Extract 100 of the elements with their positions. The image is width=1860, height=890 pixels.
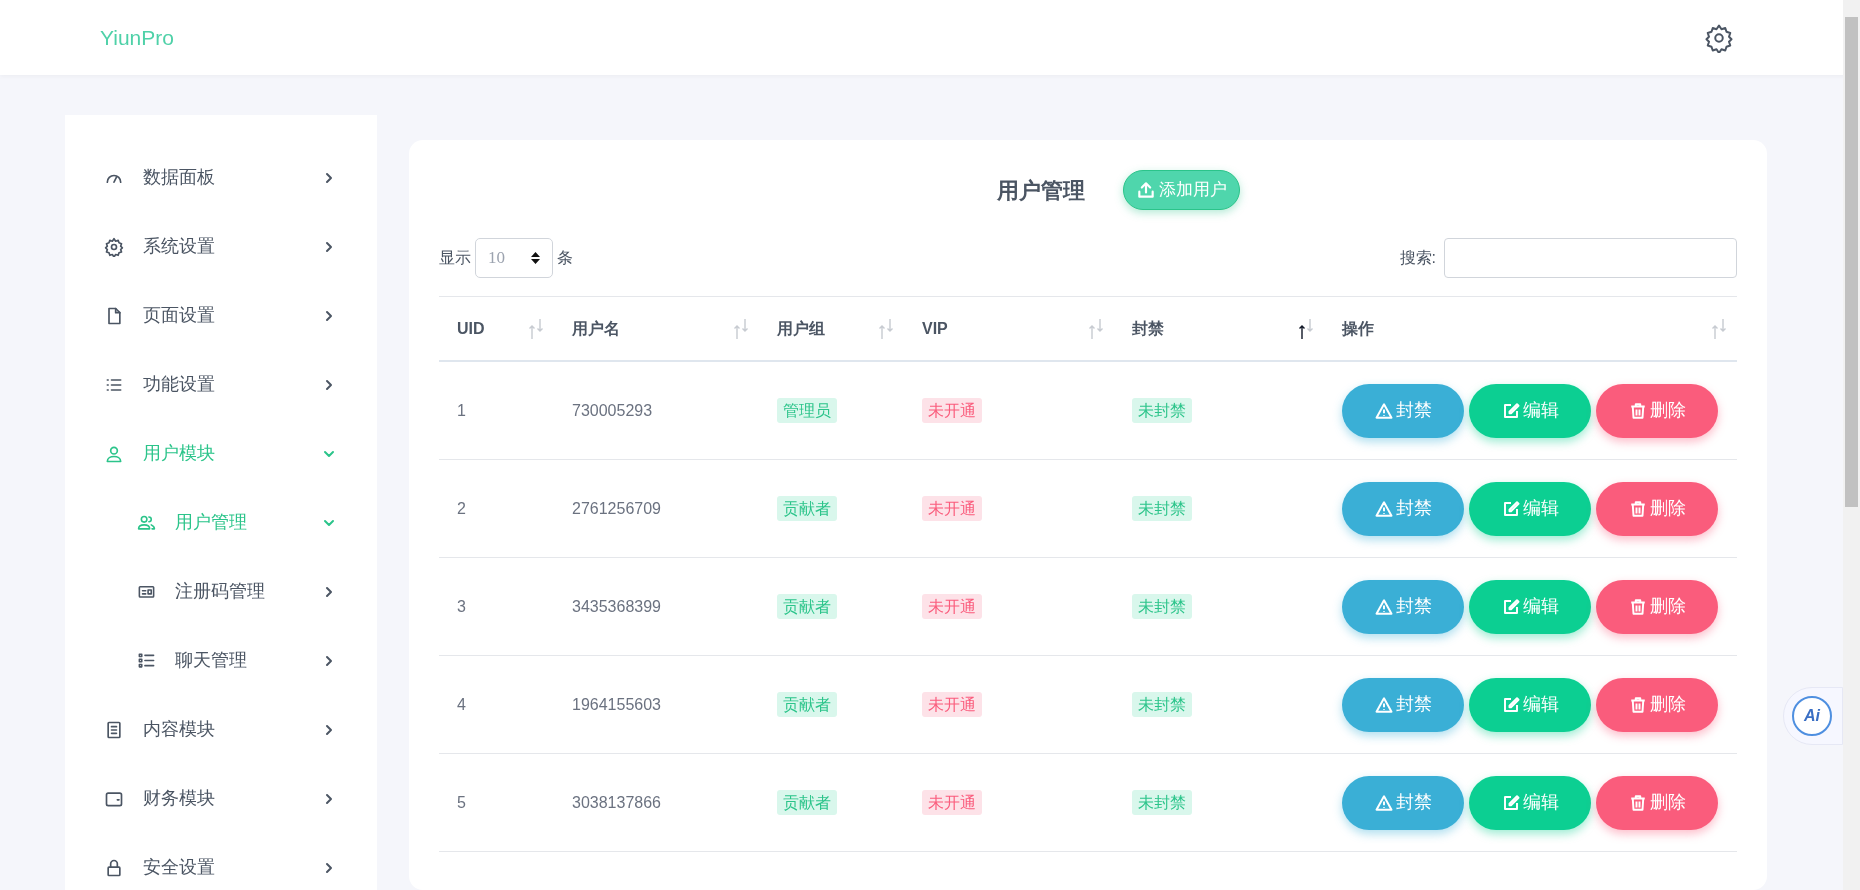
table-cell: 1 — [457, 401, 466, 419]
sidebar-item[interactable]: 聊天管理 — [103, 626, 339, 695]
delete-button[interactable]: 删除 — [1596, 775, 1718, 830]
sort-arrows-icon — [1298, 317, 1314, 340]
group-tag: 贡献者 — [777, 593, 837, 619]
sidebar-item[interactable]: 注册码管理 — [103, 557, 339, 626]
table-cell: 730005293 — [572, 401, 653, 419]
group-tag: 管理员 — [777, 397, 837, 423]
trash-icon — [1628, 695, 1647, 714]
group-tag: 贡献者 — [777, 495, 837, 521]
sort-arrows-icon — [878, 317, 894, 340]
ban-button[interactable]: 封禁 — [1342, 383, 1464, 438]
edit-icon — [1501, 793, 1520, 812]
edit-button[interactable]: 编辑 — [1469, 383, 1591, 438]
column-header[interactable]: 操作 — [1324, 297, 1737, 360]
sort-arrows-icon — [528, 317, 544, 340]
edit-button[interactable]: 编辑 — [1469, 481, 1591, 536]
ban-button[interactable]: 封禁 — [1342, 775, 1464, 830]
menu-label: 功能设置 — [143, 373, 216, 396]
scrollbar[interactable] — [1843, 0, 1860, 890]
delete-button[interactable]: 删除 — [1596, 481, 1718, 536]
document-icon — [104, 719, 124, 740]
search-label: 搜索: — [1399, 248, 1436, 268]
ai-button-tab[interactable]: Ai — [1783, 687, 1843, 745]
ban-button[interactable]: 封禁 — [1342, 677, 1464, 732]
column-header[interactable]: 封禁 — [1114, 297, 1324, 360]
chevron-icon — [323, 723, 335, 736]
column-header[interactable]: VIP — [904, 297, 1114, 360]
warning-icon — [1374, 793, 1393, 812]
sidebar-item[interactable]: 页面设置 — [103, 281, 339, 350]
group-tag: 贡献者 — [777, 789, 837, 815]
table-cell: 4 — [457, 695, 466, 713]
sidebar-item[interactable]: 系统设置 — [103, 212, 339, 281]
chevron-icon — [323, 240, 335, 253]
menu-label: 内容模块 — [143, 718, 216, 741]
edit-icon — [1501, 401, 1520, 420]
table-cell: 5 — [457, 793, 466, 811]
status-tag: 未封禁 — [1132, 691, 1192, 717]
chevron-icon — [323, 378, 335, 391]
settings-icon[interactable] — [1704, 22, 1734, 53]
column-header[interactable]: 用户组 — [759, 297, 904, 360]
delete-button[interactable]: 删除 — [1596, 677, 1718, 732]
entries-label: 条 — [557, 248, 573, 268]
delete-button[interactable]: 删除 — [1596, 383, 1718, 438]
menu-label: 财务模块 — [143, 787, 216, 810]
logo[interactable]: YiunPro — [100, 21, 174, 54]
sidebar-item[interactable]: 内容模块 — [103, 695, 339, 764]
panel-title: 用户管理 — [996, 176, 1085, 205]
edit-icon — [1501, 499, 1520, 518]
menu-label: 系统设置 — [143, 235, 216, 258]
lock-icon — [104, 857, 124, 878]
sidebar-item[interactable]: 财务模块 — [103, 764, 339, 833]
status-tag: 未封禁 — [1132, 593, 1192, 619]
menu-label: 安全设置 — [143, 856, 216, 879]
sidebar-item[interactable]: 用户模块 — [103, 419, 339, 488]
trash-icon — [1628, 597, 1647, 616]
edit-icon — [1501, 597, 1520, 616]
trash-icon — [1628, 793, 1647, 812]
table-cell: 2 — [457, 499, 466, 517]
edit-button[interactable]: 编辑 — [1469, 775, 1591, 830]
column-header[interactable]: UID — [439, 297, 554, 360]
sidebar-item[interactable]: 数据面板 — [103, 143, 339, 212]
list-icon — [136, 651, 156, 670]
menu-label: 用户模块 — [143, 442, 216, 465]
warning-icon — [1374, 597, 1393, 616]
edit-button[interactable]: 编辑 — [1469, 579, 1591, 634]
gear-icon — [104, 236, 124, 257]
sidebar-item[interactable]: 安全设置 — [103, 833, 339, 890]
chevron-icon — [323, 792, 335, 805]
ai-button[interactable]: Ai — [1792, 696, 1832, 736]
table-cell: 2761256709 — [572, 499, 661, 517]
sort-arrows-icon — [1088, 317, 1104, 340]
edit-icon — [1501, 695, 1520, 714]
menu-label: 页面设置 — [143, 304, 216, 327]
table-cell: 3038137866 — [572, 793, 661, 811]
edit-button[interactable]: 编辑 — [1469, 677, 1591, 732]
group-tag: 贡献者 — [777, 691, 837, 717]
menu-label: 注册码管理 — [175, 580, 266, 603]
table-cell: 3435368399 — [572, 597, 661, 615]
status-tag: 未封禁 — [1132, 789, 1192, 815]
menu-label: 用户管理 — [175, 511, 248, 534]
search-field[interactable] — [1444, 238, 1737, 278]
status-tag: 未封禁 — [1132, 397, 1192, 423]
add-user-button[interactable]: 添加用户 — [1122, 170, 1240, 210]
sidebar-item[interactable]: 用户管理 — [103, 488, 339, 557]
sidebar-item[interactable]: 功能设置 — [103, 350, 339, 419]
delete-button[interactable]: 删除 — [1596, 579, 1718, 634]
ban-button[interactable]: 封禁 — [1342, 579, 1464, 634]
chevron-icon — [323, 309, 335, 322]
column-header[interactable]: 用户名 — [554, 297, 759, 360]
trash-icon — [1628, 401, 1647, 420]
trash-icon — [1628, 499, 1647, 518]
table-cell: 3 — [457, 597, 466, 615]
ban-button[interactable]: 封禁 — [1342, 481, 1464, 536]
vip-tag: 未开通 — [922, 495, 982, 521]
page-size-select[interactable]: 10 — [475, 238, 553, 278]
vip-tag: 未开通 — [922, 789, 982, 815]
sort-arrows-icon — [1711, 317, 1727, 340]
users-icon — [136, 513, 156, 532]
warning-icon — [1374, 695, 1393, 714]
